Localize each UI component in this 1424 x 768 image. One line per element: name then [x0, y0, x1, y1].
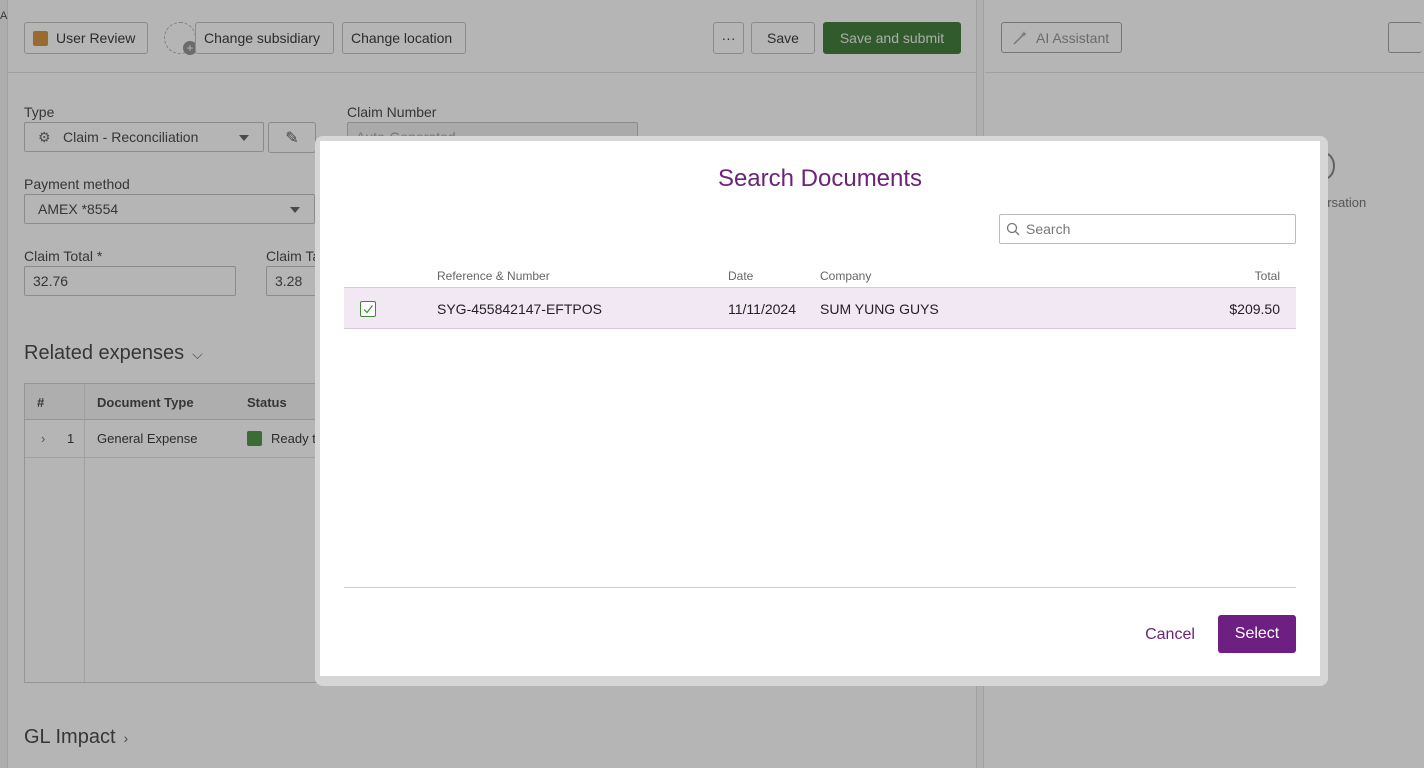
checkmark-icon	[363, 305, 373, 314]
select-button[interactable]: Select	[1218, 615, 1296, 653]
search-field[interactable]	[999, 214, 1296, 244]
footer-divider	[344, 587, 1296, 588]
cancel-button[interactable]: Cancel	[1132, 617, 1208, 653]
table-row[interactable]: SYG-455842147-EFTPOS 11/11/2024 SUM YUNG…	[344, 287, 1296, 329]
column-header-company[interactable]: Company	[820, 269, 871, 283]
documents-table-header: Reference & Number Date Company Total	[344, 265, 1296, 287]
search-icon	[1000, 222, 1026, 236]
search-documents-dialog: Search Documents Reference & Number Date…	[320, 141, 1320, 676]
row-company: SUM YUNG GUYS	[820, 301, 939, 317]
row-total: $209.50	[1229, 301, 1280, 317]
column-header-date[interactable]: Date	[728, 269, 753, 283]
search-input[interactable]	[1026, 215, 1286, 243]
column-header-total[interactable]: Total	[1255, 269, 1280, 283]
row-date: 11/11/2024	[728, 301, 796, 317]
column-header-reference[interactable]: Reference & Number	[437, 269, 550, 283]
row-checkbox[interactable]	[360, 301, 376, 317]
row-reference: SYG-455842147-EFTPOS	[437, 301, 602, 317]
dialog-title: Search Documents	[717, 165, 923, 192]
